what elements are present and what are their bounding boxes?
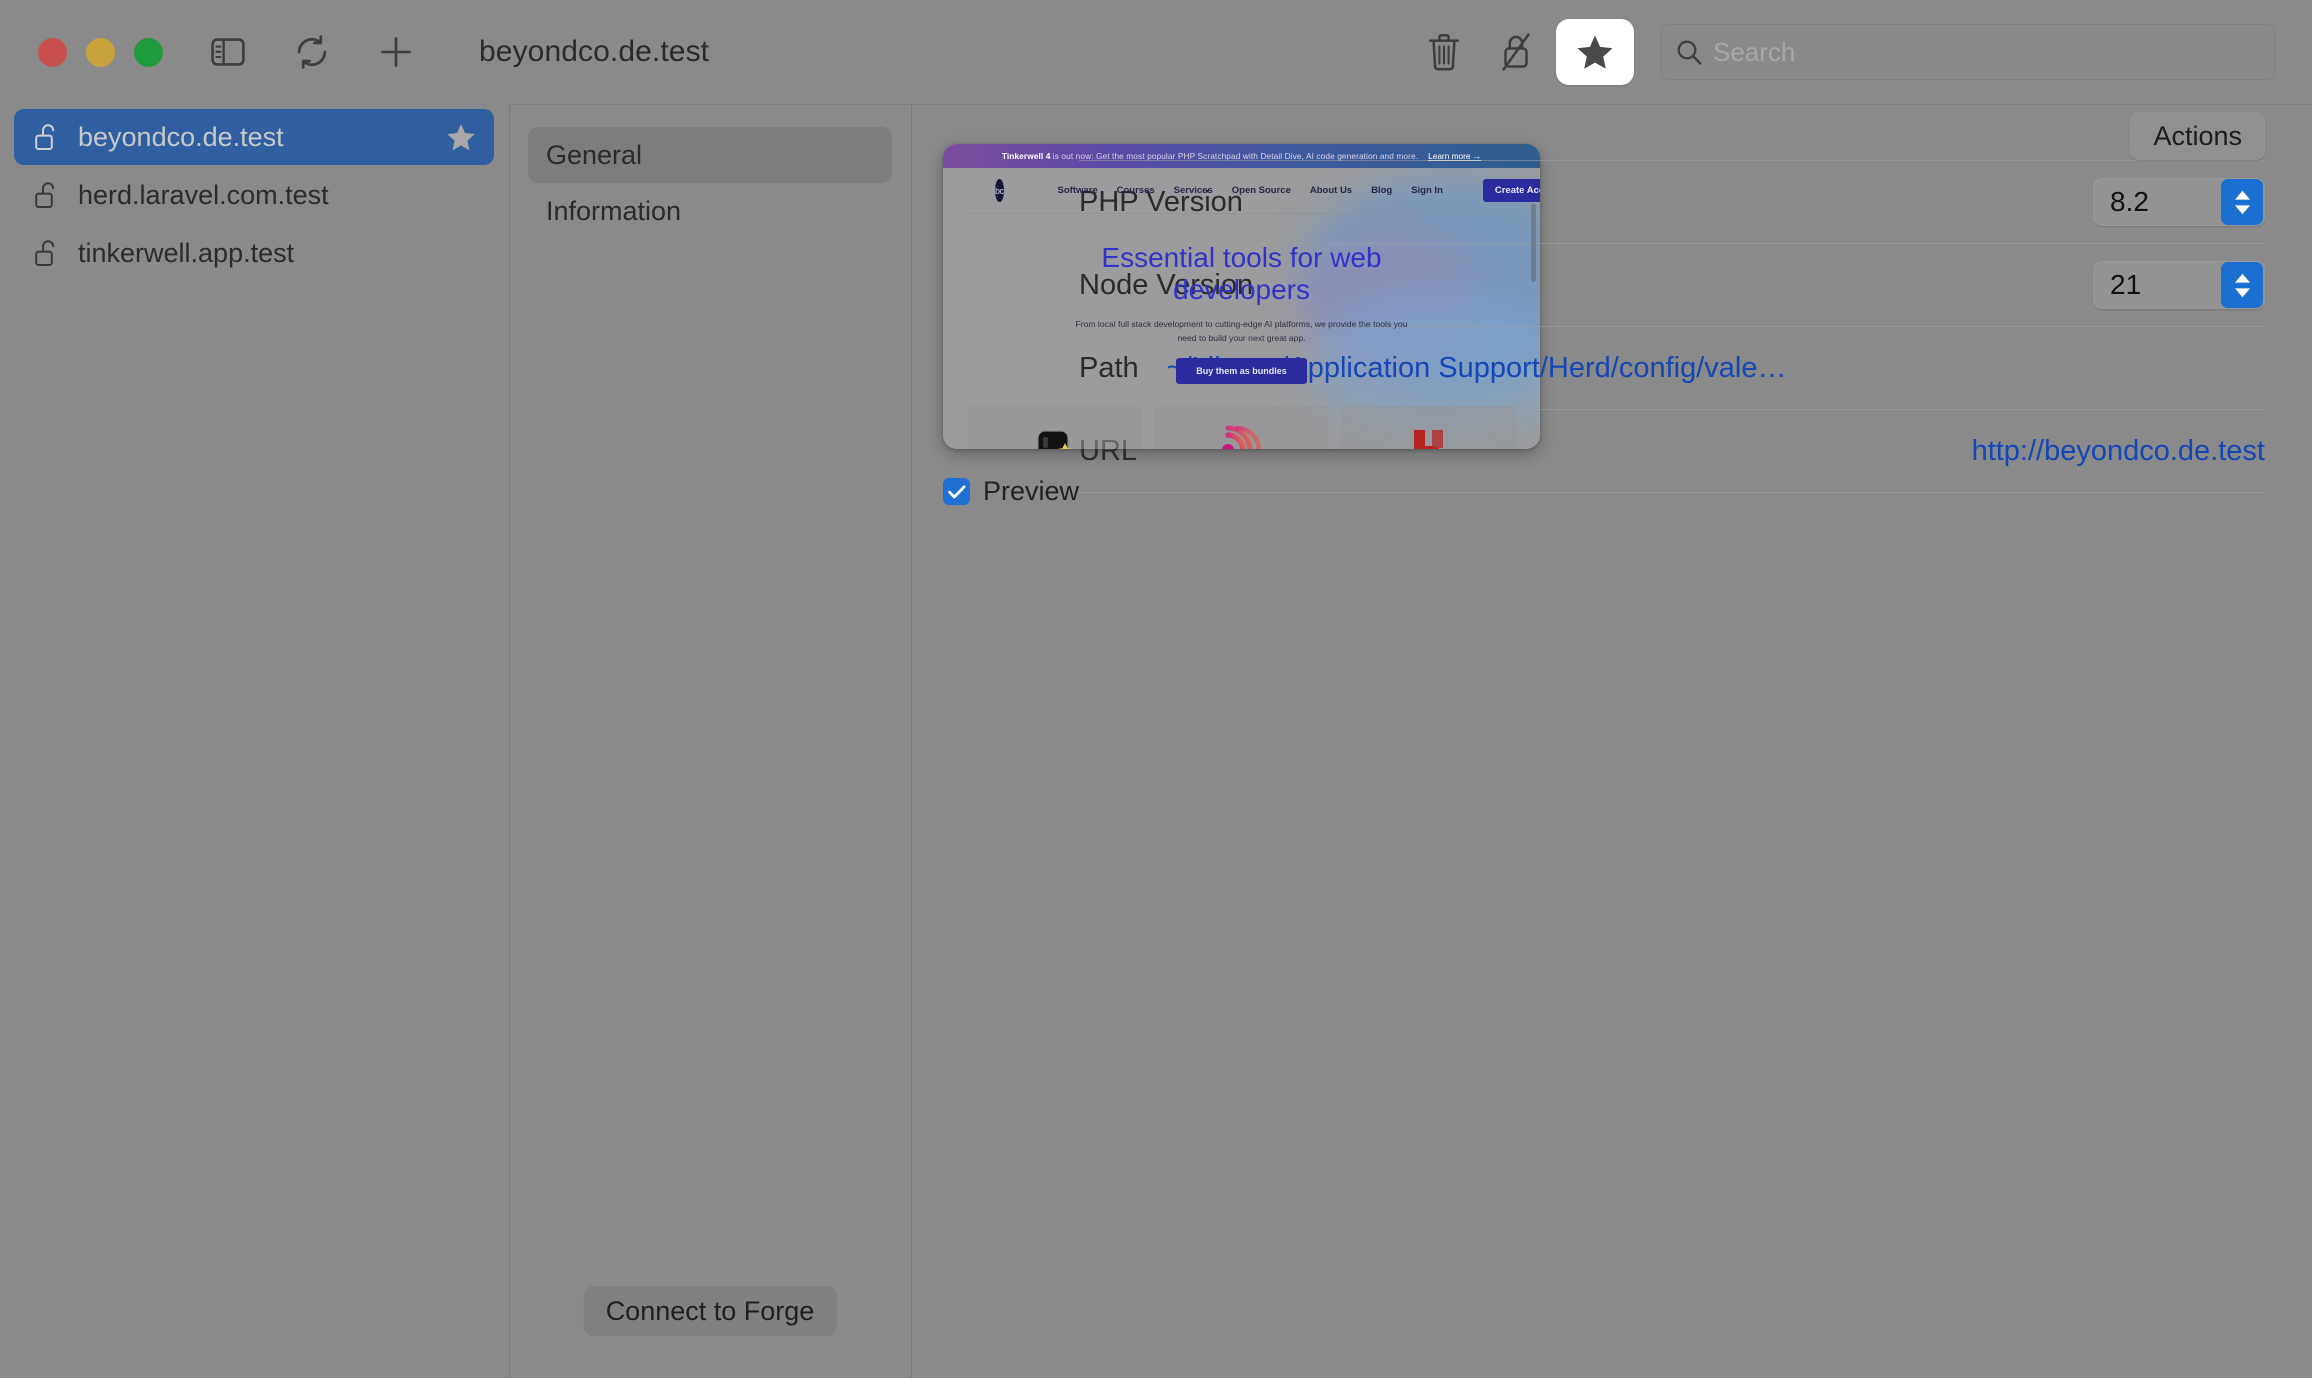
product-tile-ray <box>1154 406 1329 449</box>
beyondco-logo-icon: bc <box>995 179 1004 202</box>
close-window-button[interactable] <box>38 38 67 67</box>
preview-promo-bold: Tinkerwell 4 <box>1002 151 1051 161</box>
page-title: beyondco.de.test <box>479 35 709 69</box>
stepper-arrows-icon[interactable] <box>2221 262 2263 308</box>
preview-headline: Essential tools for web developers <box>1042 242 1442 305</box>
site-preview-thumbnail[interactable]: Tinkerwell 4 is out now: Get the most po… <box>943 144 1540 449</box>
preview-product-tiles <box>943 384 1540 449</box>
divider <box>1079 492 2265 493</box>
preview-page-body: bc Software Courses Services Open Source… <box>943 168 1540 449</box>
sidebar-item-label: tinkerwell.app.test <box>78 238 294 269</box>
preview-toggle-row[interactable]: Preview <box>943 476 1079 507</box>
preview-subtext: From local full stack development to cut… <box>1069 318 1414 346</box>
sidebar-item-label: herd.laravel.com.test <box>78 180 329 211</box>
preview-checkbox[interactable] <box>943 478 970 505</box>
unlocked-icon <box>30 180 64 210</box>
zoom-window-button[interactable] <box>134 38 163 67</box>
preview-scrollbar[interactable] <box>1531 204 1536 282</box>
minimize-window-button[interactable] <box>86 38 115 67</box>
trash-icon[interactable] <box>1418 26 1470 78</box>
search-icon <box>1675 38 1703 66</box>
traffic-lights <box>38 38 163 67</box>
actions-row: Actions <box>1079 105 2265 160</box>
sidebar-item-tinkerwell[interactable]: tinkerwell.app.test <box>14 225 494 281</box>
sidebar-item-label: beyondco.de.test <box>78 122 284 153</box>
app-window: beyondco.de.test <box>0 0 2312 1378</box>
content-panel: Tinkerwell 4 is out now: Get the most po… <box>911 104 2312 1378</box>
favorite-star-button[interactable] <box>1556 19 1634 85</box>
node-version-stepper[interactable]: 21 <box>2093 261 2265 309</box>
checkmark-icon <box>948 485 966 499</box>
sidebar-item-beyondco[interactable]: beyondco.de.test <box>14 109 494 165</box>
tab-general[interactable]: General <box>528 127 892 183</box>
nav-link: Open Source <box>1232 185 1291 196</box>
unlocked-icon <box>30 238 64 268</box>
sidebar-item-herd[interactable]: herd.laravel.com.test <box>14 167 494 223</box>
lock-slash-icon[interactable] <box>1490 26 1542 78</box>
preview-nav-links: Software Courses Services Open Source Ab… <box>1058 179 1540 202</box>
nav-link: Courses <box>1117 185 1155 196</box>
tab-label: Information <box>546 196 681 227</box>
connect-to-forge-button[interactable]: Connect to Forge <box>584 1286 837 1336</box>
nav-link: Sign In <box>1411 185 1443 196</box>
nav-link: Services <box>1174 185 1213 196</box>
preview-hero-button: Buy them as bundles <box>1176 358 1307 384</box>
search-field[interactable] <box>1660 24 2276 80</box>
logo-text: bc <box>995 186 1004 196</box>
php-version-value: 8.2 <box>2094 186 2221 218</box>
unlocked-icon <box>30 122 64 152</box>
nav-link: About Us <box>1310 185 1352 196</box>
tinkerwell-logo <box>1032 425 1078 449</box>
product-tile-herd <box>1341 406 1516 449</box>
sidebar: beyondco.de.test herd.laravel.com.test <box>0 104 508 1378</box>
tab-information[interactable]: Information <box>528 183 892 239</box>
refresh-icon[interactable] <box>289 29 335 75</box>
stepper-arrows-icon[interactable] <box>2221 179 2263 225</box>
tab-label: General <box>546 140 642 171</box>
herd-logo <box>1407 425 1451 449</box>
preview-hero: Essential tools for web developers From … <box>943 214 1540 384</box>
preview-site-nav: bc Software Courses Services Open Source… <box>967 168 1516 214</box>
titlebar: beyondco.de.test <box>0 0 2312 104</box>
search-input[interactable] <box>1713 37 2261 68</box>
preview-checkbox-label: Preview <box>983 476 1079 507</box>
ray-logo <box>1216 425 1268 449</box>
titlebar-actions <box>1418 0 2312 104</box>
node-version-value: 21 <box>2094 269 2221 301</box>
plus-icon[interactable] <box>373 29 419 75</box>
nav-link: Blog <box>1371 185 1392 196</box>
star-icon <box>1576 34 1614 70</box>
nav-link: Software <box>1058 185 1098 196</box>
php-version-stepper[interactable]: 8.2 <box>2093 178 2265 226</box>
star-icon[interactable] <box>446 123 476 152</box>
tabs-panel: General Information Connect to Forge <box>509 104 910 1378</box>
create-account-button: Create Account <box>1483 179 1540 202</box>
tab-list: General Information <box>510 105 910 239</box>
product-tile-tinkerwell <box>967 406 1142 449</box>
url-link[interactable]: http://beyondco.de.test <box>1972 435 2265 468</box>
sidebar-toggle-icon[interactable] <box>205 29 251 75</box>
actions-button[interactable]: Actions <box>2130 112 2265 160</box>
